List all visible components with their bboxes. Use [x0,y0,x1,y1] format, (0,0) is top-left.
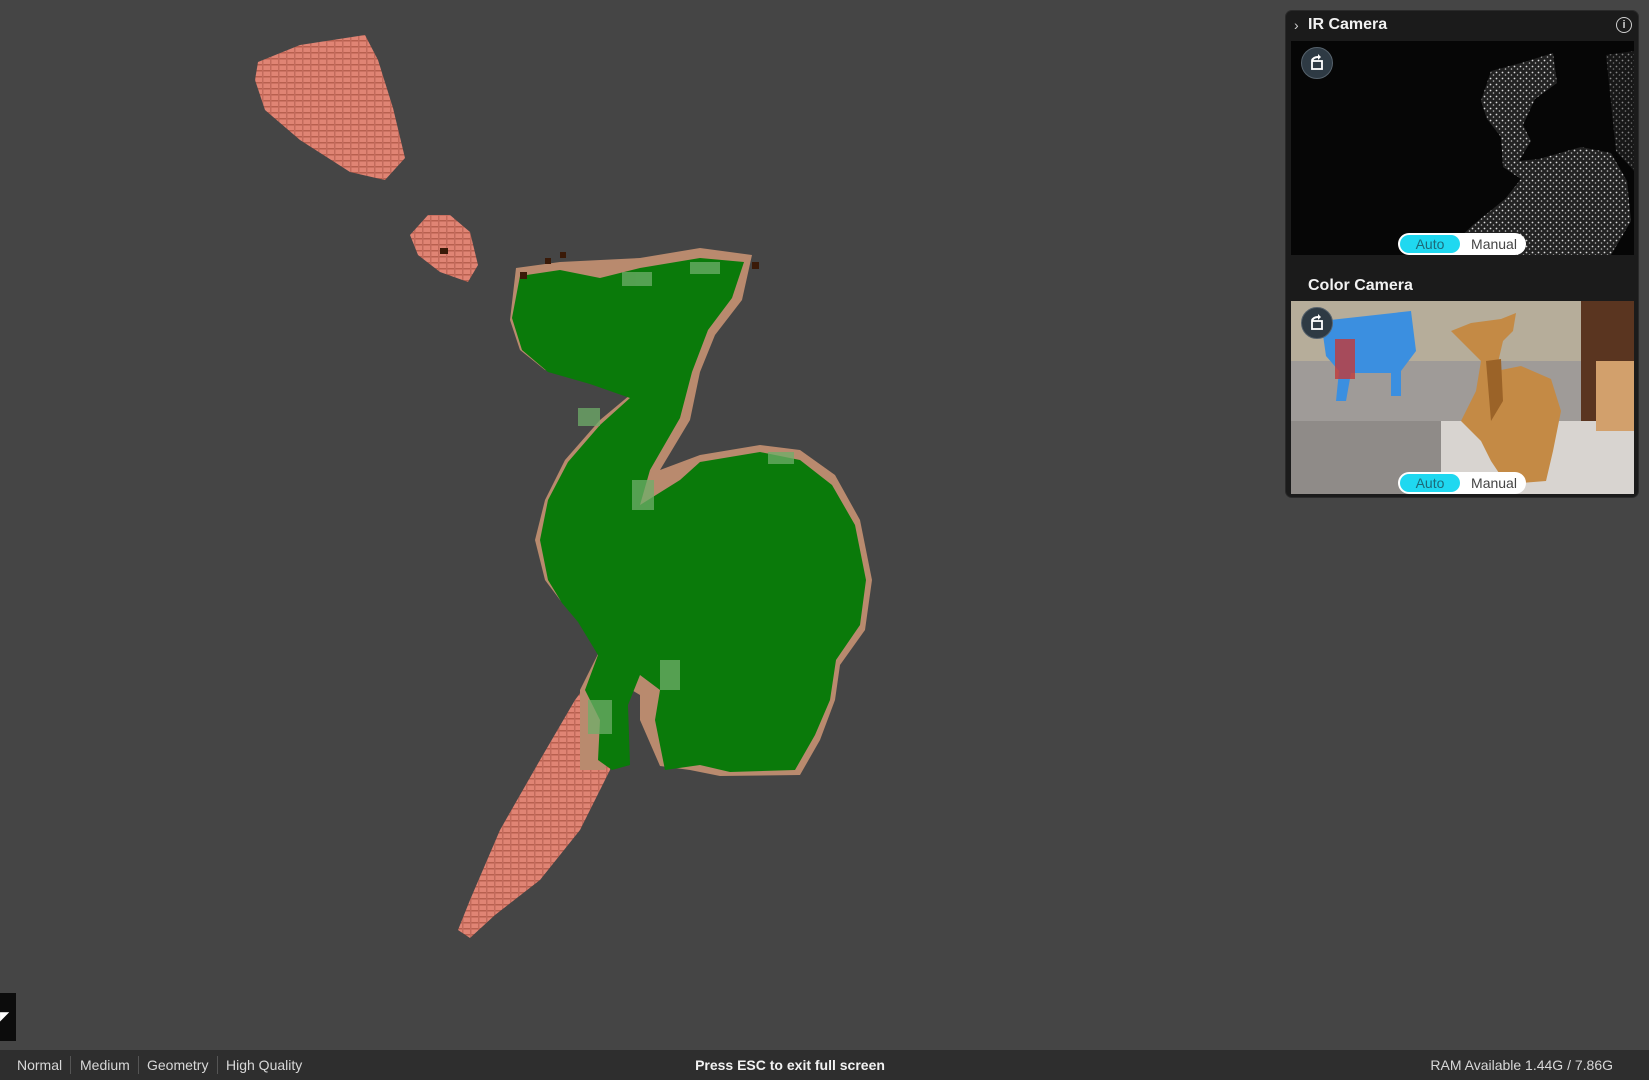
color-auto-option[interactable]: Auto [1400,474,1460,492]
exit-fullscreen-hint: Press ESC to exit full screen [695,1057,885,1073]
ir-camera-header[interactable]: › IR Camera i [1286,11,1638,41]
side-panel-tab[interactable]: ◤ [0,993,16,1041]
color-feed-image [1291,301,1634,494]
point-cloud-fragment [255,35,405,180]
ir-exposure-toggle: Auto Manual [1398,233,1526,255]
ir-rotate-button[interactable] [1301,47,1333,79]
status-bar: Normal Medium Geometry High Quality Pres… [0,1050,1649,1080]
color-camera-feed: Auto Manual [1291,301,1634,494]
scanned-object-mesh [512,258,866,772]
ir-auto-option[interactable]: Auto [1400,235,1460,253]
chevron-right-icon[interactable]: › [1294,17,1299,33]
rotate-icon [1311,314,1323,330]
color-exposure-toggle: Auto Manual [1398,472,1526,494]
ir-camera-title: IR Camera [1308,16,1388,33]
rotate-icon [1311,54,1323,70]
ram-indicator: RAM Available 1.44G / 7.86G [1430,1057,1613,1073]
ir-camera-feed: Auto Manual [1291,41,1634,255]
ir-feed-image [1291,41,1634,255]
info-icon[interactable]: i [1616,17,1632,33]
color-manual-option[interactable]: Manual [1464,474,1524,492]
color-rotate-button[interactable] [1301,307,1333,339]
camera-panel: › IR Camera i Auto Manual Color Camera A… [1285,10,1639,498]
color-camera-title: Color Camera [1308,277,1413,294]
ir-manual-option[interactable]: Manual [1464,235,1524,253]
expand-arrow-icon: ◤ [0,1009,10,1023]
